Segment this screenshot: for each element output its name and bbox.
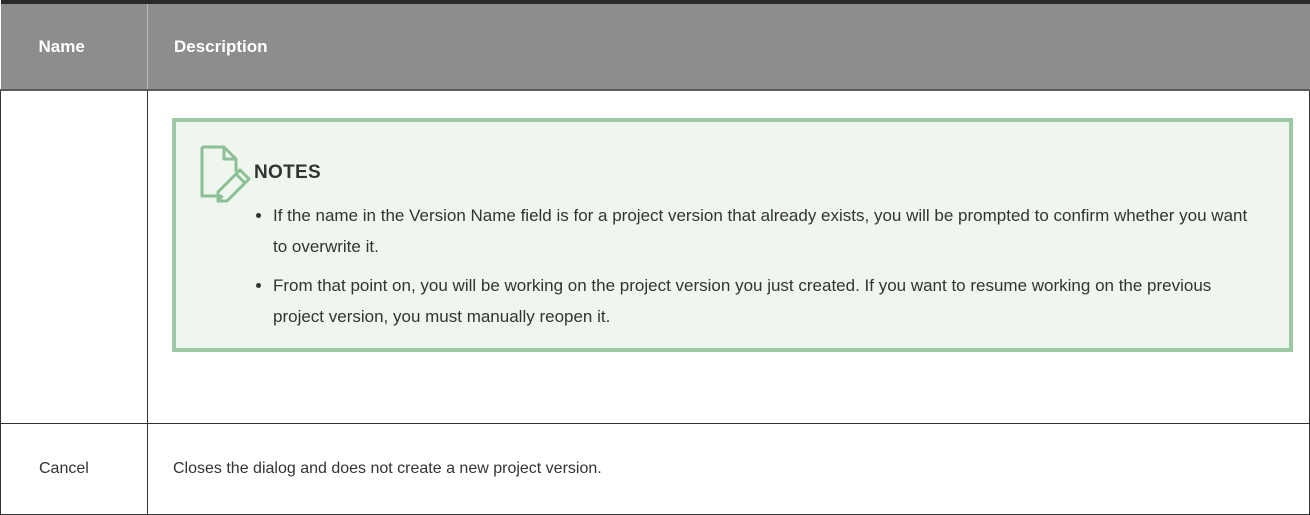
reference-table: Name Description NOTES If the name in th… xyxy=(0,0,1310,515)
header-name: Name xyxy=(0,0,148,91)
cell-description: NOTES If the name in the Version Name fi… xyxy=(147,89,1310,424)
list-item: From that point on, you will be working … xyxy=(256,270,1259,332)
table-row: NOTES If the name in the Version Name fi… xyxy=(0,89,1310,424)
table-header-row: Name Description xyxy=(0,0,1310,91)
cell-description: Closes the dialog and does not create a … xyxy=(147,422,1310,515)
list-item: If the name in the Version Name field is… xyxy=(256,200,1259,262)
bullet-icon xyxy=(256,283,261,288)
bullet-icon xyxy=(256,213,261,218)
note-text: If the name in the Version Name field is… xyxy=(273,206,1248,256)
cell-name xyxy=(0,89,148,424)
notes-box: NOTES If the name in the Version Name fi… xyxy=(172,118,1293,352)
note-text: From that point on, you will be working … xyxy=(273,276,1212,326)
header-description: Description xyxy=(147,0,1310,91)
notes-title: NOTES xyxy=(254,162,321,183)
cell-name: Cancel xyxy=(0,422,148,515)
table-row: Cancel Closes the dialog and does not cr… xyxy=(0,422,1310,515)
notes-list: If the name in the Version Name field is… xyxy=(256,200,1259,340)
note-pencil-icon xyxy=(200,145,251,203)
